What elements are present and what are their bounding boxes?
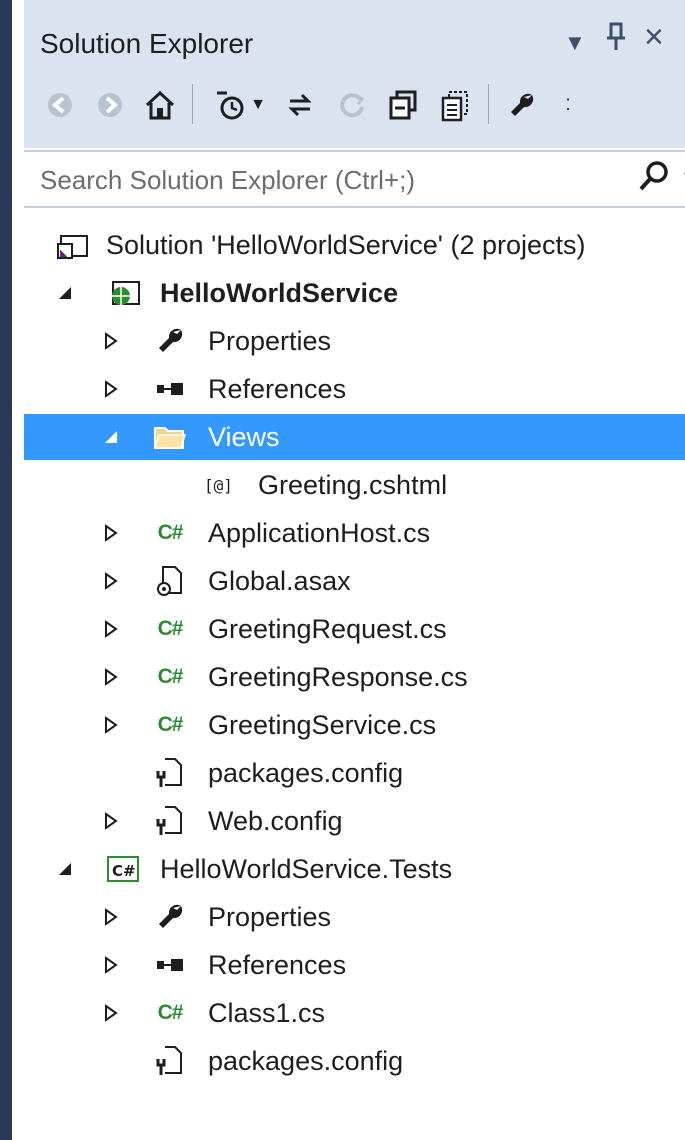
config-file-icon bbox=[152, 804, 188, 838]
tree-row-project-tests[interactable]: C# HelloWorldService.Tests bbox=[24, 846, 685, 892]
collapsed-arrow-icon[interactable] bbox=[100, 1002, 122, 1024]
tree-row-solution[interactable]: ◣ Solution 'HelloWorldService' (2 projec… bbox=[24, 222, 685, 268]
back-icon[interactable] bbox=[40, 82, 80, 128]
pin-icon[interactable] bbox=[606, 22, 628, 60]
references-icon bbox=[152, 372, 188, 406]
project-label: HelloWorldService bbox=[160, 278, 399, 308]
collapse-all-icon[interactable] bbox=[384, 82, 424, 128]
collapsed-arrow-icon[interactable] bbox=[100, 714, 122, 736]
item-label: Global.asax bbox=[208, 566, 351, 596]
search-input[interactable] bbox=[24, 152, 622, 208]
home-icon[interactable] bbox=[140, 82, 180, 128]
global-asax-icon bbox=[152, 564, 188, 598]
solution-explorer-panel: Solution Explorer ▼ × ▼ ⁚ Search Solutio… bbox=[0, 0, 685, 1140]
refresh-icon[interactable] bbox=[332, 82, 372, 128]
pending-changes-dropdown-icon[interactable]: ▼ bbox=[246, 82, 270, 128]
item-label: Class1.cs bbox=[208, 998, 326, 1028]
item-label: Views bbox=[208, 422, 280, 452]
collapsed-arrow-icon[interactable] bbox=[100, 570, 122, 592]
csharp-file-icon: C# bbox=[157, 665, 184, 688]
item-label: Greeting.cshtml bbox=[258, 470, 448, 500]
item-label: Properties bbox=[208, 902, 332, 932]
tree-row-project-helloworldservice[interactable]: HelloWorldService bbox=[24, 270, 685, 316]
toolbar-separator bbox=[192, 84, 193, 124]
forward-icon[interactable] bbox=[90, 82, 130, 128]
svg-text:◣: ◣ bbox=[60, 248, 68, 259]
item-label: References bbox=[208, 950, 347, 980]
tree-row-greetingresponse[interactable]: C# GreetingResponse.cs bbox=[24, 654, 685, 700]
properties-wrench-icon[interactable] bbox=[502, 82, 542, 128]
tree-row-packages-config[interactable]: packages.config bbox=[24, 1038, 685, 1084]
csharp-file-icon: C# bbox=[157, 1001, 184, 1024]
item-label: Properties bbox=[208, 326, 332, 356]
window-position-dropdown-icon[interactable]: ▼ bbox=[564, 30, 586, 56]
collapsed-arrow-icon[interactable] bbox=[100, 906, 122, 928]
panel-title: Solution Explorer bbox=[40, 28, 254, 59]
item-label: References bbox=[208, 374, 347, 404]
panel-toolbar: ▼ ⁚ bbox=[24, 72, 685, 148]
expanded-arrow-icon[interactable] bbox=[54, 282, 76, 304]
tree-row-greetingrequest[interactable]: C# GreetingRequest.cs bbox=[24, 606, 685, 652]
expanded-arrow-icon[interactable] bbox=[100, 426, 122, 448]
references-icon bbox=[152, 948, 188, 982]
tree-row-properties[interactable]: Properties bbox=[24, 318, 685, 364]
tree-row-web-config[interactable]: Web.config bbox=[24, 798, 685, 844]
toolbar-separator bbox=[488, 84, 489, 124]
tree-row-views[interactable]: Views bbox=[24, 414, 685, 460]
item-label: Web.config bbox=[208, 806, 343, 836]
web-project-icon bbox=[106, 276, 142, 310]
collapsed-arrow-icon[interactable] bbox=[100, 378, 122, 400]
tree-row-global-asax[interactable]: Global.asax bbox=[24, 558, 685, 604]
search-box: ▾ bbox=[24, 150, 685, 208]
svg-text:[@]: [@] bbox=[204, 476, 233, 495]
folder-open-icon bbox=[152, 420, 188, 454]
item-label: GreetingRequest.cs bbox=[208, 614, 447, 644]
tree-row-applicationhost[interactable]: C# ApplicationHost.cs bbox=[24, 510, 685, 556]
wrench-icon bbox=[152, 324, 188, 358]
sync-with-active-document-icon[interactable] bbox=[280, 82, 320, 128]
show-all-files-icon[interactable] bbox=[436, 82, 476, 128]
item-label: GreetingResponse.cs bbox=[208, 662, 468, 692]
toolbar-overflow-icon[interactable]: ⁚ bbox=[558, 82, 578, 128]
solution-label: Solution 'HelloWorldService' (2 projects… bbox=[106, 230, 586, 260]
solution-icon: ◣ bbox=[56, 228, 92, 262]
tree-row-greeting-cshtml[interactable]: [@] Greeting.cshtml bbox=[24, 462, 685, 508]
tree-row-packages-config[interactable]: packages.config bbox=[24, 750, 685, 796]
collapsed-arrow-icon[interactable] bbox=[100, 618, 122, 640]
pending-changes-icon[interactable] bbox=[210, 82, 250, 128]
tree-row-properties[interactable]: Properties bbox=[24, 894, 685, 940]
csharp-file-icon: C# bbox=[157, 617, 184, 640]
collapsed-arrow-icon[interactable] bbox=[100, 810, 122, 832]
item-label: ApplicationHost.cs bbox=[208, 518, 431, 548]
tree-row-class1[interactable]: C# Class1.cs bbox=[24, 990, 685, 1036]
svg-text:C#: C# bbox=[112, 862, 136, 880]
tree-row-greetingservice[interactable]: C# GreetingService.cs bbox=[24, 702, 685, 748]
wrench-icon bbox=[152, 900, 188, 934]
csharp-project-icon: C# bbox=[106, 852, 142, 886]
config-file-icon bbox=[152, 1044, 188, 1078]
tree-row-references[interactable]: References bbox=[24, 942, 685, 988]
item-label: packages.config bbox=[208, 758, 404, 788]
collapsed-arrow-icon[interactable] bbox=[100, 330, 122, 352]
close-icon[interactable]: × bbox=[644, 18, 664, 57]
expanded-arrow-icon[interactable] bbox=[54, 858, 76, 880]
tree-row-references[interactable]: References bbox=[24, 366, 685, 412]
collapsed-arrow-icon[interactable] bbox=[100, 666, 122, 688]
item-label: packages.config bbox=[208, 1046, 404, 1076]
item-label: GreetingService.cs bbox=[208, 710, 437, 740]
collapsed-arrow-icon[interactable] bbox=[100, 954, 122, 976]
search-icon[interactable] bbox=[637, 160, 669, 201]
project-label: HelloWorldService.Tests bbox=[160, 854, 453, 884]
collapsed-arrow-icon[interactable] bbox=[100, 522, 122, 544]
razor-file-icon: [@] bbox=[202, 468, 238, 502]
config-file-icon bbox=[152, 756, 188, 790]
csharp-file-icon: C# bbox=[157, 521, 184, 544]
csharp-file-icon: C# bbox=[157, 713, 184, 736]
